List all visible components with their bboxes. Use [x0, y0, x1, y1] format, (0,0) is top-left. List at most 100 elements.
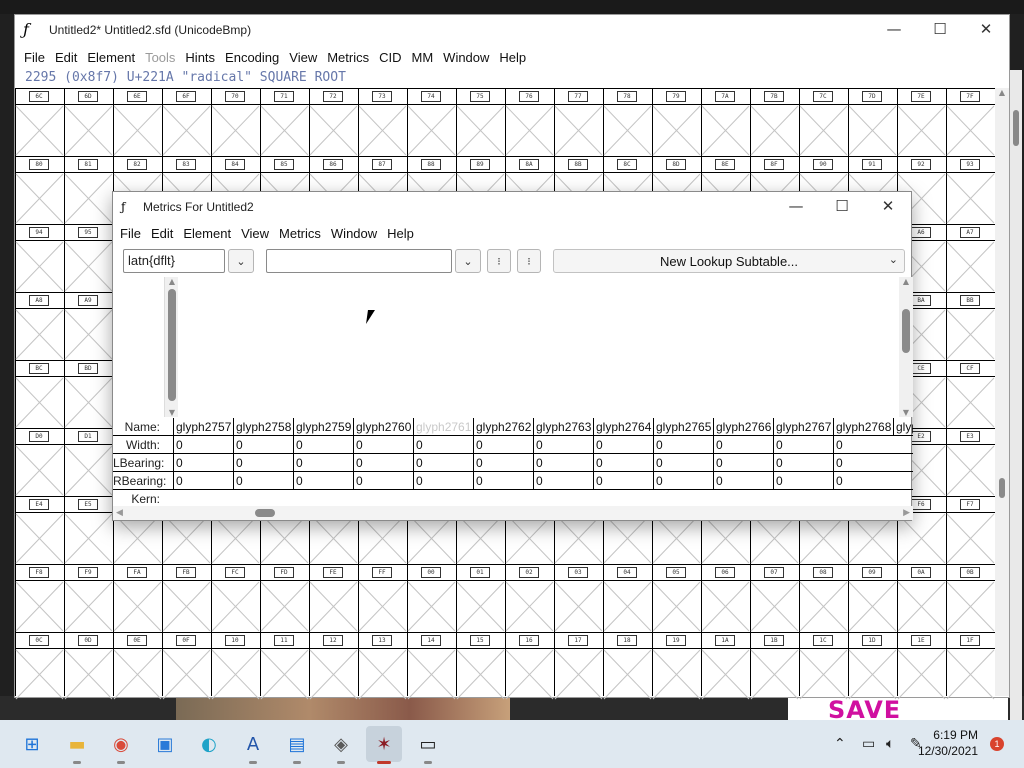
metrics-menu-element[interactable]: Element [178, 226, 236, 241]
glyph-cell[interactable]: 70 [211, 88, 260, 156]
glyph-name-cell[interactable]: glyph2757 [173, 418, 233, 436]
fontview-menu-cid[interactable]: CID [374, 50, 406, 65]
glyph-cell[interactable]: FD [260, 564, 309, 632]
glyph-cell[interactable]: 0E [113, 632, 162, 700]
minimize-button[interactable]: — [871, 15, 917, 43]
clock[interactable]: 6:19 PM 12/30/2021 [918, 727, 978, 759]
lbearing-cell[interactable]: 0 [833, 454, 893, 472]
glyph-cell[interactable]: 74 [407, 88, 456, 156]
glyph-name-cell[interactable]: glyph2767 [773, 418, 833, 436]
glyph-cell[interactable]: 7D [848, 88, 897, 156]
metrics-maximize-button[interactable]: ☐ [819, 192, 865, 220]
glyph-cell[interactable]: F7 [946, 496, 995, 564]
glyph-name-cell[interactable]: glyph2766 [713, 418, 773, 436]
script-dropdown-button[interactable]: ⌄ [228, 249, 254, 273]
glyph-cell[interactable]: F8 [15, 564, 64, 632]
glyph-cell[interactable]: 16 [505, 632, 554, 700]
glyph-cell[interactable]: BC [15, 360, 64, 428]
rbearing-cell[interactable]: 0 [833, 472, 893, 490]
glyph-cell[interactable]: 71 [260, 88, 309, 156]
background-scroll-thumb[interactable] [1013, 110, 1019, 146]
lbearing-cell[interactable]: 0 [353, 454, 413, 472]
close-button[interactable]: ✕ [963, 15, 1009, 43]
glyph-cell[interactable]: E3 [946, 428, 995, 496]
rbearing-cell[interactable]: 0 [473, 472, 533, 490]
sort-button[interactable]: ⁝ [517, 249, 541, 273]
glyph-cell[interactable]: 05 [652, 564, 701, 632]
scroll-down-arrow[interactable]: ▼ [165, 408, 179, 417]
lbearing-cell[interactable]: 0 [293, 454, 353, 472]
glyph-cell[interactable]: 01 [456, 564, 505, 632]
glyph-cell[interactable]: 76 [505, 88, 554, 156]
rbearing-cell[interactable]: 0 [713, 472, 773, 490]
metrics-right-scrollbar[interactable]: ▲ ▼ [899, 277, 913, 417]
glyph-cell[interactable]: 0B [946, 564, 995, 632]
fontview-menu-view[interactable]: View [284, 50, 322, 65]
width-cell[interactable]: 0 [773, 436, 833, 454]
width-cell[interactable]: 0 [413, 436, 473, 454]
terminal-icon[interactable]: ▭ [416, 732, 440, 764]
rbearing-cell[interactable]: 0 [653, 472, 713, 490]
glyph-cell[interactable]: 0D [64, 632, 113, 700]
glyph-cell[interactable]: 06 [701, 564, 750, 632]
glyph-cell[interactable]: 0A [897, 564, 946, 632]
scroll-up-arrow[interactable]: ▲ [899, 277, 913, 286]
rbearing-cell[interactable]: 0 [533, 472, 593, 490]
glyph-cell[interactable]: E5 [64, 496, 113, 564]
fontview-menu-window[interactable]: Window [438, 50, 494, 65]
glyph-cell[interactable]: 11 [260, 632, 309, 700]
lbearing-cell[interactable]: 0 [533, 454, 593, 472]
fontview-menu-hints[interactable]: Hints [180, 50, 220, 65]
lbearing-cell[interactable]: 0 [473, 454, 533, 472]
glyph-cell[interactable]: 7E [897, 88, 946, 156]
metrics-menu-help[interactable]: Help [382, 226, 419, 241]
glyph-cell[interactable]: 03 [554, 564, 603, 632]
metrics-canvas[interactable]: ▲ ▼ ▲ ▼ [113, 277, 913, 417]
lbearing-cell[interactable]: 0 [173, 454, 233, 472]
glyph-cell[interactable]: 0F [162, 632, 211, 700]
fontforge-active-icon[interactable]: ✶ [366, 726, 402, 764]
glyph-cell[interactable]: 6C [15, 88, 64, 156]
width-cell[interactable]: 0 [293, 436, 353, 454]
metrics-close-button[interactable]: ✕ [865, 192, 911, 220]
lbearing-cell[interactable]: 0 [713, 454, 773, 472]
notepad-icon[interactable]: ▤ [285, 732, 309, 764]
glyph-cell[interactable]: 07 [750, 564, 799, 632]
glyph-cell[interactable]: 7F [946, 88, 995, 156]
right-scroll-thumb[interactable] [902, 309, 910, 353]
fontview-menu-help[interactable]: Help [494, 50, 531, 65]
glyph-cell[interactable]: 1F [946, 632, 995, 700]
width-cell[interactable]: 0 [233, 436, 293, 454]
glyph-name-cell[interactable]: glyph2759 [293, 418, 353, 436]
rbearing-cell[interactable]: 0 [293, 472, 353, 490]
glyph-cell[interactable]: 08 [799, 564, 848, 632]
fontview-menu-element[interactable]: Element [82, 50, 140, 65]
glyph-cell[interactable]: CF [946, 360, 995, 428]
glyph-cell[interactable]: A7 [946, 224, 995, 292]
glyph-name-cell[interactable]: glyph2763 [533, 418, 593, 436]
glyph-cell[interactable]: 1E [897, 632, 946, 700]
volume-icon[interactable]: 🔈︎ [886, 720, 894, 768]
glyph-cell[interactable]: 7A [701, 88, 750, 156]
maximize-button[interactable]: ☐ [917, 15, 963, 43]
glyph-name-cell[interactable]: glyph2762 [473, 418, 533, 436]
glyph-cell[interactable]: FA [113, 564, 162, 632]
scroll-right-arrow[interactable]: ▶ [903, 506, 910, 520]
glyph-cell[interactable]: 95 [64, 224, 113, 292]
glyph-cell[interactable]: D1 [64, 428, 113, 496]
glyph-cell[interactable]: FC [211, 564, 260, 632]
text-dropdown-button[interactable]: ⌄ [455, 249, 481, 273]
fontview-scrollbar[interactable]: ▲ [995, 88, 1009, 696]
glyph-cell[interactable]: A9 [64, 292, 113, 360]
width-cell[interactable]: 0 [533, 436, 593, 454]
network-icon[interactable]: ▭ [862, 720, 875, 768]
width-cell[interactable]: 0 [593, 436, 653, 454]
edge-icon[interactable]: ◐ [197, 732, 221, 756]
glyph-text-field[interactable] [266, 249, 452, 273]
lbearing-cell[interactable]: 0 [773, 454, 833, 472]
fontview-menu-encoding[interactable]: Encoding [220, 50, 284, 65]
lbearing-cell[interactable]: 0 [593, 454, 653, 472]
glyph-cell[interactable]: 81 [64, 156, 113, 224]
glyph-cell[interactable]: 00 [407, 564, 456, 632]
glyph-cell[interactable]: 04 [603, 564, 652, 632]
